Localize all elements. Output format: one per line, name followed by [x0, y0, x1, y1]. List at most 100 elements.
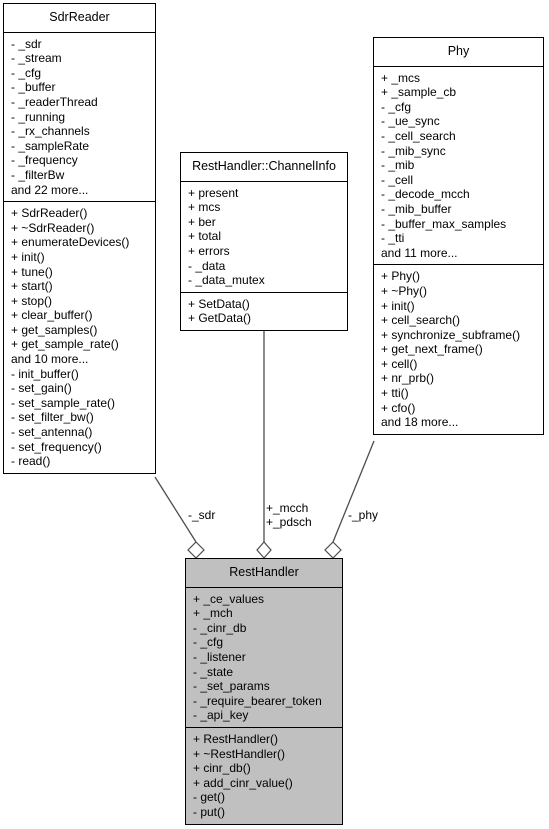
aggregation-diamond-mcch-pdsch — [256, 541, 272, 559]
method-overflow-row: and 18 more... — [381, 415, 459, 430]
attribute-row: - _ue_sync — [381, 114, 440, 129]
attribute-row: - _mib_sync — [381, 143, 446, 158]
method-row: - set_antenna() — [11, 425, 93, 440]
method-row: - set_gain() — [11, 381, 72, 396]
attribute-row: - _listener — [193, 649, 246, 664]
attribute-row: - _cinr_db — [193, 620, 247, 635]
class-title-rest-handler: RestHandler — [186, 559, 342, 588]
attributes-compartment-channel-info: + present + mcs + ber + total + errors -… — [181, 182, 347, 293]
method-row: + SdrReader() — [11, 206, 88, 221]
class-box-sdr-reader[interactable]: SdrReader - _sdr - _stream - _cfg - _buf… — [3, 3, 156, 474]
edge-label-mcch: +_mcch — [266, 501, 309, 515]
attribute-row: + _mcs — [381, 70, 421, 85]
method-row: - read() — [11, 454, 51, 469]
attribute-row: - _running — [11, 109, 66, 124]
edge-line-phy — [332, 440, 375, 543]
attribute-row: - _decode_mcch — [381, 187, 470, 202]
attribute-row: - _sampleRate — [11, 138, 90, 153]
attribute-row: - _api_key — [193, 708, 249, 723]
attribute-row: - _cfg — [381, 99, 412, 114]
method-row: + get_sample_rate() — [11, 337, 119, 352]
attribute-row: + present — [188, 185, 239, 200]
attribute-row: + ber — [188, 214, 216, 229]
method-row: + cell_search() — [381, 313, 461, 328]
method-row: + cfo() — [381, 400, 416, 415]
attribute-row: - _state — [193, 664, 234, 679]
attribute-row: + _ce_values — [193, 591, 265, 606]
attribute-row: - _filterBw — [11, 167, 65, 182]
method-row: + Phy() — [381, 269, 421, 284]
attribute-row: - _buffer — [11, 80, 56, 95]
attribute-overflow-row: and 22 more... — [11, 182, 89, 197]
attribute-row: - _buffer_max_samples — [381, 216, 507, 231]
aggregation-diamond-sdr — [187, 541, 205, 559]
method-row: - init_buffer() — [11, 366, 79, 381]
attribute-row: - _stream — [11, 51, 62, 66]
method-row: + init() — [11, 249, 45, 264]
edge-label-sdr: -_sdr — [188, 508, 216, 522]
class-box-channel-info[interactable]: RestHandler::ChannelInfo + present + mcs… — [180, 152, 348, 331]
method-row: + ~RestHandler() — [193, 746, 286, 761]
method-row: + tune() — [11, 264, 53, 279]
uml-class-diagram: SdrReader - _sdr - _stream - _cfg - _buf… — [0, 0, 549, 829]
attribute-row: - _sdr — [11, 36, 42, 51]
attribute-row: - _mib — [381, 158, 415, 173]
method-row: + clear_buffer() — [11, 308, 93, 323]
class-title-phy: Phy — [374, 38, 543, 67]
method-row: - set_sample_rate() — [11, 395, 116, 410]
aggregation-diamond-phy — [324, 541, 342, 559]
method-row: + start() — [11, 279, 53, 294]
attribute-row: - _rx_channels — [11, 124, 90, 139]
method-row: - set_filter_bw() — [11, 410, 94, 425]
attribute-row: + mcs — [188, 200, 221, 215]
edge-label-phy: -_phy — [348, 508, 379, 522]
method-row: - put() — [193, 804, 226, 819]
attribute-row: - _cell_search — [381, 128, 456, 143]
methods-compartment-phy: + Phy() + ~Phy() + init() + cell_search(… — [374, 265, 543, 434]
attribute-row: - _data — [188, 258, 226, 273]
attribute-row: - _data_mutex — [188, 273, 265, 288]
method-row: + cell() — [381, 356, 418, 371]
method-row: + get_next_frame() — [381, 342, 483, 357]
attribute-row: - _cfg — [11, 65, 42, 80]
attribute-row: - _require_bearer_token — [193, 693, 322, 708]
attribute-row: + total — [188, 229, 222, 244]
method-row: + add_cinr_value() — [193, 775, 293, 790]
method-row: + enumerateDevices() — [11, 235, 130, 250]
attribute-overflow-row: and 11 more... — [381, 245, 458, 260]
attribute-row: - _frequency — [11, 153, 78, 168]
attribute-row: - _readerThread — [11, 94, 98, 109]
method-row: - set_frequency() — [11, 439, 102, 454]
method-row: + init() — [381, 298, 415, 313]
class-box-rest-handler[interactable]: RestHandler + _ce_values + _mch - _cinr_… — [185, 558, 343, 825]
methods-compartment-channel-info: + SetData() + GetData() — [181, 293, 347, 330]
method-row: + tti() — [381, 386, 409, 401]
attribute-row: - _cfg — [193, 635, 224, 650]
method-row: + get_samples() — [11, 322, 98, 337]
edge-label-pdsch: +_pdsch — [266, 515, 312, 529]
method-row: + ~Phy() — [381, 283, 428, 298]
method-row: + synchronize_subframe() — [381, 327, 521, 342]
attributes-compartment-rest-handler: + _ce_values + _mch - _cinr_db - _cfg - … — [186, 588, 342, 728]
class-title-channel-info: RestHandler::ChannelInfo — [181, 153, 347, 182]
method-row: + nr_prb() — [381, 371, 435, 386]
method-row: + SetData() — [188, 296, 250, 311]
method-row: + stop() — [11, 293, 53, 308]
method-row: + cinr_db() — [193, 761, 251, 776]
attribute-row: - _cell — [381, 172, 414, 187]
attributes-compartment-sdr-reader: - _sdr - _stream - _cfg - _buffer - _rea… — [4, 33, 155, 203]
method-row: + ~SdrReader() — [11, 220, 95, 235]
attribute-row: + _mch — [193, 606, 233, 621]
attributes-compartment-phy: + _mcs + _sample_cb - _cfg - _ue_sync - … — [374, 67, 543, 266]
method-row: + GetData() — [188, 311, 252, 326]
attribute-row: + errors — [188, 243, 230, 258]
methods-compartment-rest-handler: + RestHandler() + ~RestHandler() + cinr_… — [186, 728, 342, 824]
class-title-sdr-reader: SdrReader — [4, 4, 155, 33]
attribute-row: + _sample_cb — [381, 85, 457, 100]
methods-compartment-sdr-reader: + SdrReader() + ~SdrReader() + enumerate… — [4, 202, 155, 473]
attribute-row: - _mib_buffer — [381, 201, 452, 216]
attribute-row: - _tti — [381, 231, 405, 246]
method-row: - get() — [193, 790, 226, 805]
class-box-phy[interactable]: Phy + _mcs + _sample_cb - _cfg - _ue_syn… — [373, 37, 544, 435]
method-row: + RestHandler() — [193, 731, 279, 746]
